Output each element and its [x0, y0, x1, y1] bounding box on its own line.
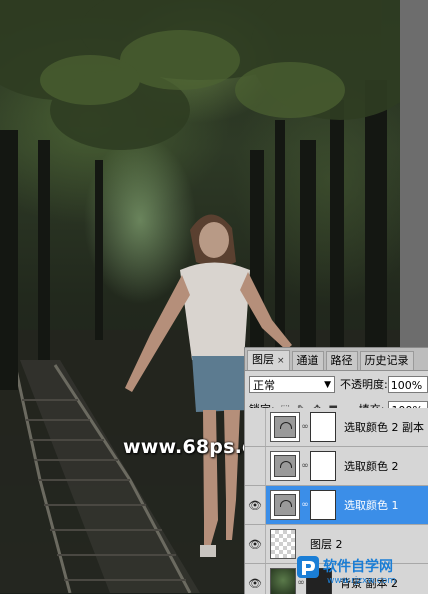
tab-history[interactable]: 历史记录 — [359, 351, 414, 370]
layer-name: 图层 2 — [310, 538, 343, 551]
opacity-label: 不透明度: — [340, 378, 388, 391]
visibility-toggle[interactable]: 👁 — [245, 460, 265, 473]
logo-url: www.rjzxw.com — [327, 576, 396, 586]
layer-name: 选取颜色 2 — [344, 460, 399, 473]
tab-paths[interactable]: 路径 — [325, 351, 358, 370]
tab-channels[interactable]: 通道 — [291, 351, 324, 370]
layer-row[interactable]: 👁 ∞ 选取颜色 2 副本 — [245, 408, 428, 447]
layer-row[interactable]: 👁 ∞ 选取颜色 2 — [245, 447, 428, 486]
blend-row: 正常 ▼ 不透明度: 100% — [245, 371, 428, 397]
tab-layers-label: 图层 — [252, 353, 274, 366]
logo-text: 软件自学网 — [323, 559, 393, 575]
eye-icon[interactable]: 👁 — [245, 577, 265, 590]
blend-mode-value: 正常 — [253, 378, 275, 392]
layer-thumbnail — [270, 568, 296, 594]
close-icon[interactable]: × — [277, 356, 285, 366]
blend-mode-select[interactable]: 正常 ▼ — [249, 375, 335, 393]
visibility-toggle[interactable]: 👁 — [245, 421, 265, 434]
layer-name: 选取颜色 2 副本 — [344, 421, 424, 434]
link-icon: ∞ — [301, 422, 309, 432]
eye-icon[interactable]: 👁 — [245, 499, 265, 512]
link-icon: ∞ — [301, 461, 309, 471]
opacity-field[interactable]: 100% — [387, 375, 428, 393]
adjustment-thumbnail — [270, 451, 300, 481]
eye-icon[interactable]: 👁 — [245, 538, 265, 551]
logo-badge-icon — [297, 556, 319, 578]
layer-mask-thumbnail[interactable] — [310, 490, 336, 520]
tab-layers[interactable]: 图层 × — [247, 350, 290, 370]
layer-name: 选取颜色 1 — [344, 499, 399, 512]
logo-watermark: 软件自学网 www.rjzxw.com — [296, 553, 428, 593]
adjustment-thumbnail — [270, 412, 300, 442]
adjustment-thumbnail — [270, 490, 300, 520]
layer-mask-thumbnail[interactable] — [310, 412, 336, 442]
chevron-down-icon: ▼ — [324, 379, 331, 390]
link-icon: ∞ — [301, 500, 309, 510]
panel-tabs: 图层 × 通道 路径 历史记录 — [245, 348, 428, 371]
layer-row-selected[interactable]: 👁 ∞ 选取颜色 1 — [245, 486, 428, 525]
layer-mask-thumbnail[interactable] — [310, 451, 336, 481]
layer-thumbnail — [270, 529, 296, 559]
